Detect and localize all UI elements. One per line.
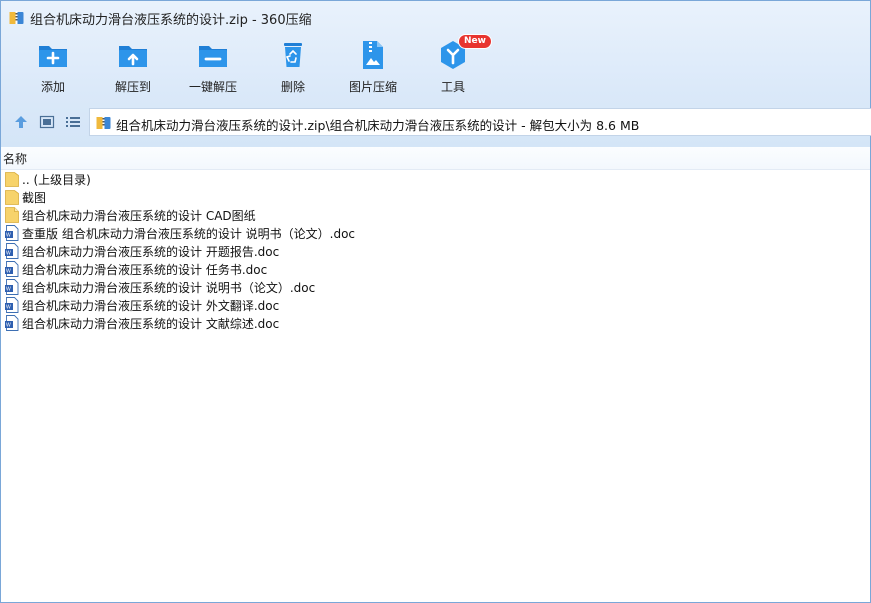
add-label: 添加 — [40, 80, 65, 94]
list-item-label: 查重版 组合机床动力滑台液压系统的设计 说明书（论文）.doc — [22, 227, 356, 241]
word-doc-icon: W — [5, 243, 19, 259]
word-doc-icon: W — [5, 261, 19, 277]
navigation-bar: 组合机床动力滑台液压系统的设计.zip\组合机床动力滑台液压系统的设计 - 解包… — [1, 102, 871, 142]
top-chrome: 组合机床动力滑台液压系统的设计.zip - 360压缩 添加 解压到 一键解压 … — [1, 1, 871, 147]
delete-button[interactable]: 删除 — [253, 39, 333, 99]
one-click-extract-button[interactable]: 一键解压 — [173, 39, 253, 99]
title-bar[interactable]: 组合机床动力滑台液压系统的设计.zip - 360压缩 — [1, 1, 870, 33]
list-item-label: 组合机床动力滑台液压系统的设计 任务书.doc — [22, 263, 268, 277]
svg-text:W: W — [6, 323, 11, 329]
list-item-doc-file[interactable]: W 组合机床动力滑台液压系统的设计 外文翻译.doc — [1, 296, 870, 314]
image-compress-button[interactable]: 图片压缩 — [333, 39, 413, 99]
image-compress-icon — [363, 41, 383, 69]
image-compress-label: 图片压缩 — [348, 80, 397, 94]
list-item-doc-file[interactable]: W 组合机床动力滑台液压系统的设计 开题报告.doc — [1, 242, 870, 260]
svg-text:W: W — [6, 233, 11, 239]
list-item-doc-file[interactable]: W 组合机床动力滑台液压系统的设计 文献综述.doc — [1, 314, 870, 332]
window-title: 组合机床动力滑台液压系统的设计.zip - 360压缩 — [30, 13, 312, 28]
one-click-extract-label: 一键解压 — [188, 80, 237, 94]
zip-archive-icon — [96, 116, 111, 129]
address-bar[interactable]: 组合机床动力滑台液压系统的设计.zip\组合机床动力滑台液压系统的设计 - 解包… — [89, 108, 871, 136]
extract-to-button[interactable]: 解压到 — [93, 39, 173, 99]
svg-text:W: W — [6, 287, 11, 293]
delete-label: 删除 — [280, 80, 305, 94]
list-item-label: 组合机床动力滑台液压系统的设计 开题报告.doc — [22, 245, 280, 259]
list-item-label: 组合机床动力滑台液压系统的设计 文献综述.doc — [22, 317, 280, 331]
list-item-parent-dir[interactable]: .. (上级目录) — [1, 170, 870, 188]
file-list: .. (上级目录) 截图 组合机床动力滑台液压系统的设计 CAD图纸 W 查重版… — [1, 170, 870, 332]
folder-file-icon — [5, 207, 19, 223]
up-arrow-icon[interactable] — [13, 114, 29, 130]
zip-archive-icon — [9, 11, 24, 24]
folder-add-icon — [39, 46, 67, 67]
word-doc-icon: W — [5, 315, 19, 331]
list-item-label: 截图 — [22, 191, 47, 205]
list-item-doc-file[interactable]: W 组合机床动力滑台液压系统的设计 说明书（论文）.doc — [1, 278, 870, 296]
folder-oneclick-icon — [199, 46, 227, 67]
word-doc-icon: W — [5, 279, 19, 295]
tools-label: 工具 — [440, 80, 465, 94]
extract-to-label: 解压到 — [114, 80, 151, 94]
list-item-label: 组合机床动力滑台液压系统的设计 说明书（论文）.doc — [22, 281, 316, 295]
list-item-screenshots-folder[interactable]: 截图 — [1, 188, 870, 206]
folder-icon — [5, 172, 19, 187]
list-item-label: 组合机床动力滑台液压系统的设计 CAD图纸 — [22, 209, 256, 223]
list-item-label: 组合机床动力滑台液压系统的设计 外文翻译.doc — [22, 299, 280, 313]
column-header-name[interactable]: 名称 — [3, 150, 27, 167]
list-item-doc-file[interactable]: W 查重版 组合机床动力滑台液压系统的设计 说明书（论文）.doc — [1, 224, 870, 242]
list-header: 名称 — [1, 147, 870, 170]
word-doc-icon: W — [5, 297, 19, 313]
view-list-icon[interactable] — [65, 114, 81, 130]
add-button[interactable]: 添加 — [13, 39, 93, 99]
svg-text:W: W — [6, 305, 11, 311]
folder-extract-icon — [119, 46, 147, 67]
svg-text:W: W — [6, 269, 11, 275]
folder-icon — [5, 190, 19, 205]
recycle-bin-icon — [284, 43, 302, 67]
address-path: 组合机床动力滑台液压系统的设计.zip\组合机床动力滑台液压系统的设计 - 解包… — [116, 118, 640, 133]
list-item-doc-file[interactable]: W 组合机床动力滑台液压系统的设计 任务书.doc — [1, 260, 870, 278]
word-doc-icon: W — [5, 225, 19, 241]
tools-button[interactable]: New 工具 — [413, 35, 493, 99]
view-thumbnail-icon[interactable] — [39, 114, 55, 130]
svg-text:W: W — [6, 251, 11, 257]
toolbar: 添加 解压到 一键解压 删除 图片压缩 New 工具 — [1, 33, 870, 101]
new-badge: New — [459, 35, 491, 48]
list-item-label: .. (上级目录) — [22, 173, 91, 187]
app-window: 组合机床动力滑台液压系统的设计.zip - 360压缩 添加 解压到 一键解压 … — [0, 0, 871, 603]
list-item-cad-folder[interactable]: 组合机床动力滑台液压系统的设计 CAD图纸 — [1, 206, 870, 224]
